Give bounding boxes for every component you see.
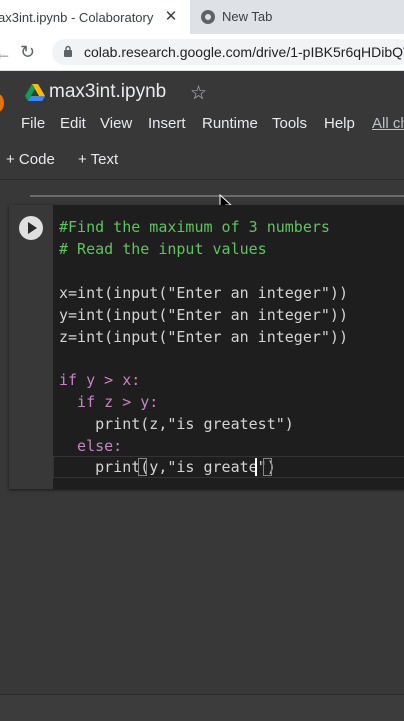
add-text-button[interactable]: + Text <box>78 151 118 168</box>
section-divider <box>30 195 404 197</box>
menu-tools[interactable]: Tools <box>272 115 307 132</box>
menu-file[interactable]: File <box>21 115 45 132</box>
add-code-button[interactable]: + Code <box>6 151 55 168</box>
tab-colab[interactable]: ax3int.ipynb - Colaboratory <box>0 0 190 34</box>
code-line: y=int(input("Enter an integer")) <box>59 306 348 324</box>
star-icon[interactable]: ☆ <box>190 82 207 105</box>
chrome-icon <box>201 10 215 24</box>
code-line: x=int(input("Enter an integer")) <box>59 284 348 302</box>
text-cursor <box>255 458 257 476</box>
code-line: print(z,"is greatest") <box>59 415 294 433</box>
menu-edit[interactable]: Edit <box>60 115 86 132</box>
reload-icon[interactable]: ↻ <box>20 42 35 63</box>
bottom-bar <box>0 694 404 721</box>
code-line: print(y,"is greate") <box>59 458 276 476</box>
menu-insert[interactable]: Insert <box>148 115 186 132</box>
cell-gutter <box>9 205 53 489</box>
tab-title: ax3int.ipynb - Colaboratory <box>0 9 154 25</box>
bracket-match-highlight <box>138 458 147 476</box>
code-line: #Find the maximum of 3 numbers <box>59 218 330 236</box>
lock-icon <box>64 45 72 57</box>
play-icon <box>28 222 37 234</box>
menu-view[interactable]: View <box>100 115 132 132</box>
code-line: else: <box>59 437 123 455</box>
menu-help[interactable]: Help <box>324 115 355 132</box>
code-line: if z > y: <box>59 393 159 411</box>
code-line: # Read the input values <box>59 240 267 258</box>
tab-title: New Tab <box>222 9 273 24</box>
bracket-match-highlight <box>263 458 272 476</box>
code-line: z=int(input("Enter an integer")) <box>59 328 348 346</box>
url-text[interactable]: colab.research.google.com/drive/1-pIBK5r… <box>84 44 404 60</box>
tab-close-icon[interactable]: ✕ <box>163 9 179 25</box>
google-drive-icon[interactable] <box>25 84 45 102</box>
code-line: if y > x: <box>59 371 141 389</box>
menu-all-changes[interactable]: All ch <box>372 115 404 132</box>
cell-toolbar <box>0 139 404 180</box>
run-cell-button[interactable] <box>19 216 43 240</box>
menu-runtime[interactable]: Runtime <box>202 115 258 132</box>
back-arrow-icon[interactable]: ← <box>0 43 12 64</box>
tab-new-tab[interactable]: New Tab <box>198 0 404 34</box>
notebook-title[interactable]: max3int.ipynb <box>49 81 166 103</box>
